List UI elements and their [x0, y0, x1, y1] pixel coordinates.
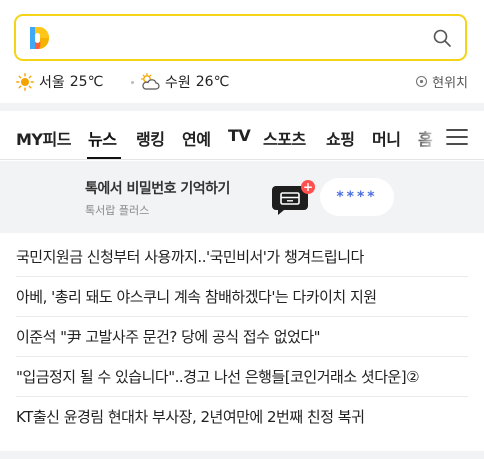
weather-divider [131, 81, 134, 84]
tab-entertainment[interactable]: 연예 [182, 126, 211, 150]
talk-drawer-icon: + [272, 180, 315, 215]
tab-money[interactable]: 머니 [372, 126, 401, 150]
news-item[interactable]: 국민지원금 신청부터 사용까지..'국민비서'가 챙겨드립니다 [16, 237, 468, 277]
tab-shopping[interactable]: 쇼핑 [326, 126, 355, 150]
tab-ranking[interactable]: 랭킹 [136, 126, 165, 150]
search-icon[interactable] [432, 28, 452, 48]
location-label: 현위치 [432, 76, 468, 91]
banner-subtitle: 톡서랍 플러스 [85, 204, 150, 217]
news-item[interactable]: KT출신 윤경림 현대차 부사장, 2년여만에 2번째 친정 복귀 [16, 397, 468, 437]
promo-banner[interactable]: 톡에서 비밀번호 기억하기 톡서랍 플러스 + [0, 161, 484, 233]
hamburger-menu-icon[interactable] [446, 128, 468, 146]
news-item[interactable]: "입금정지 될 수 있습니다"..경고 나선 은행들[코인거래소 셧다운]② [16, 357, 468, 397]
weather-row: 서울 25℃ 수원 26℃ 현위치 [16, 72, 468, 94]
news-item[interactable]: 이준석 "尹 고발사주 문건? 당에 공식 접수 없었다" [16, 317, 468, 357]
current-location-button[interactable]: 현위치 [415, 72, 468, 91]
banner-title: 톡에서 비밀번호 기억하기 [85, 181, 230, 197]
active-tab-indicator [87, 157, 121, 159]
weather-city: 서울 [39, 75, 65, 91]
sun-icon [16, 73, 34, 91]
news-list: 국민지원금 신청부터 사용까지..'국민비서'가 챙겨드립니다 아베, '총리 … [0, 237, 484, 437]
search-input[interactable] [60, 24, 420, 52]
tab-news[interactable]: 뉴스 [88, 126, 117, 150]
tab-myfeed[interactable]: MY피드 [16, 126, 71, 150]
weather-suwon[interactable]: 수원 26℃ [140, 72, 229, 92]
search-bar[interactable] [14, 14, 467, 61]
tabs-fade [410, 114, 446, 159]
section-divider-bottom [0, 451, 484, 459]
badge-plus-icon: + [303, 180, 313, 194]
weather-temp: 25℃ [69, 74, 104, 90]
cloud-sun-icon [141, 73, 160, 90]
tab-sports[interactable]: 스포츠 [263, 126, 306, 150]
category-tabs: MY피드 뉴스 랭킹 연예 TV 스포츠 쇼핑 머니 홈 [0, 114, 484, 160]
location-target-icon [416, 75, 428, 88]
weather-temp: 26℃ [195, 74, 230, 90]
password-pill: **** [320, 178, 394, 216]
section-divider [0, 103, 484, 111]
news-item[interactable]: 아베, '총리 돼도 야스쿠니 계속 참배하겠다'는 다카이치 지원 [16, 277, 468, 317]
weather-seoul[interactable]: 서울 25℃ [16, 72, 103, 92]
daum-logo-icon[interactable] [28, 26, 50, 50]
weather-city: 수원 [165, 75, 191, 91]
tab-tv[interactable]: TV [228, 126, 251, 145]
